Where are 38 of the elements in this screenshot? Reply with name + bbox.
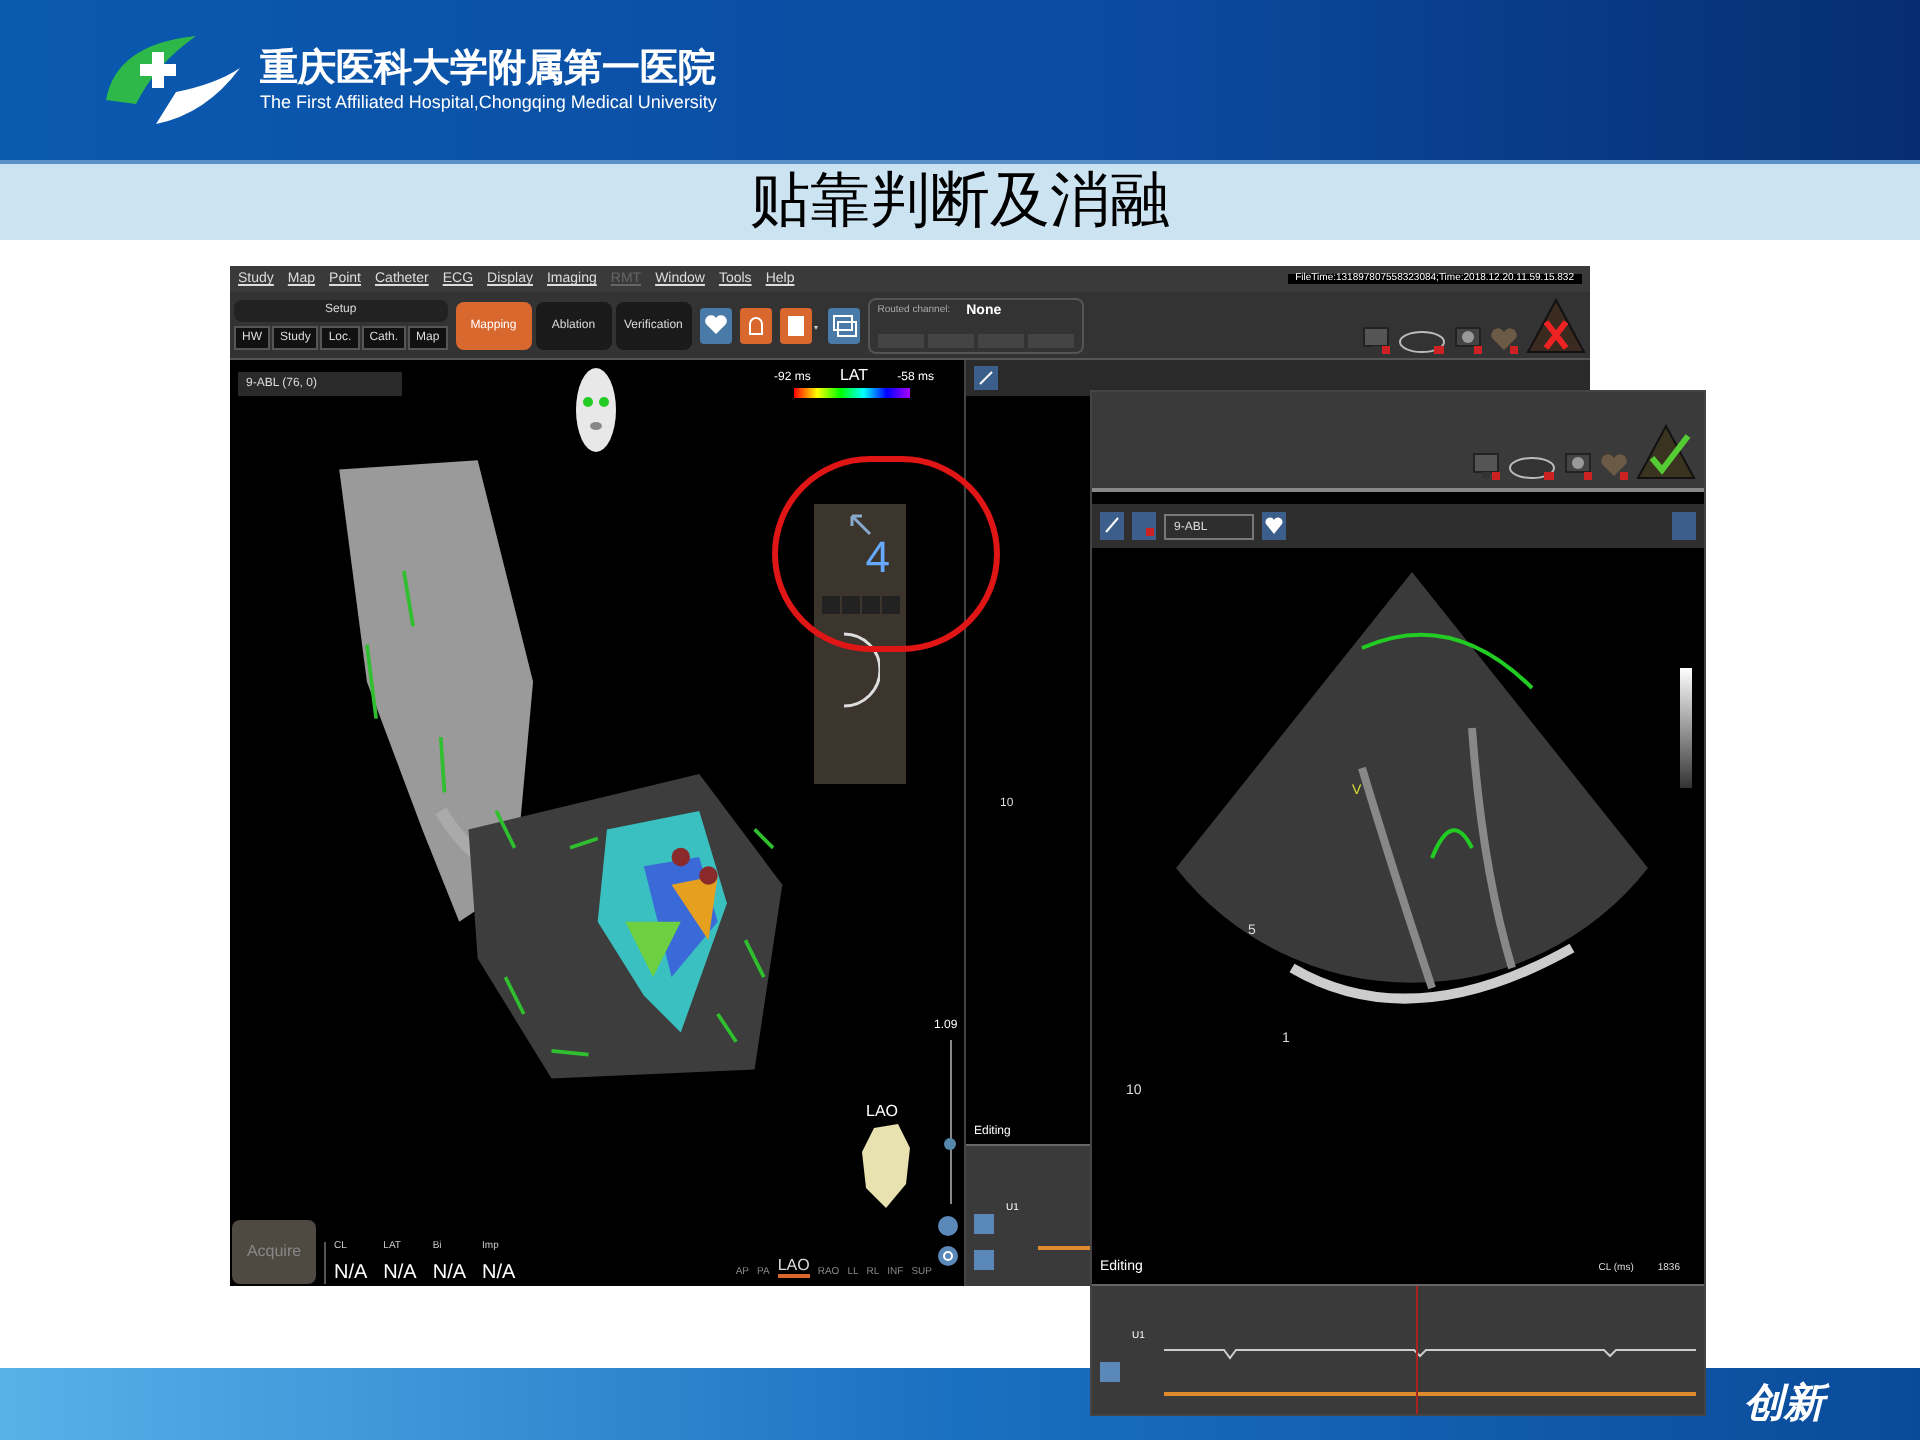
metric-value: N/A (482, 1264, 516, 1284)
intensity-scale (1680, 668, 1692, 788)
zoom-slider[interactable] (944, 1040, 956, 1204)
arrow-icon (848, 512, 872, 536)
orientation-label: LAO (866, 1104, 899, 1120)
pen-icon[interactable] (1100, 512, 1124, 540)
lat-title: LAT (839, 368, 869, 384)
screens-icon[interactable] (827, 307, 860, 343)
device-icon[interactable] (1454, 325, 1482, 353)
pen-icon[interactable] (974, 366, 998, 390)
hospital-name: 重庆医科大学附属第一医院 (260, 45, 717, 93)
heart-icon[interactable] (1262, 512, 1286, 540)
lat-color-scale (794, 388, 910, 398)
arc-gauge-icon (840, 630, 880, 710)
indicator-square (881, 596, 899, 614)
metric-value: N/A (432, 1264, 467, 1284)
monitor-icon[interactable] (1472, 452, 1500, 480)
face-orientation-icon (574, 366, 618, 454)
check-triangle-icon (1636, 424, 1696, 480)
bell-icon[interactable] (739, 307, 772, 343)
cursor-line (1416, 1286, 1418, 1414)
rotate-button-icon[interactable] (938, 1246, 958, 1266)
monitor-icon[interactable] (1362, 325, 1390, 353)
force-value: 4 (865, 536, 890, 580)
metric-value: N/A (334, 1264, 368, 1284)
heart-button-icon[interactable] (938, 1216, 958, 1236)
hospital-name-english: The First Affiliated Hospital,Chongqing Medical University (260, 92, 717, 115)
view-tab[interactable]: LAO (777, 1258, 810, 1278)
device-icon[interactable] (1564, 452, 1592, 480)
heart-plus-icon[interactable] (699, 307, 732, 343)
document-icon[interactable] (779, 307, 820, 343)
indicator-square (861, 596, 879, 614)
metric-value: N/A (383, 1264, 417, 1284)
indicator-square (821, 596, 839, 614)
warning-triangle-icon (1526, 297, 1586, 353)
slide-title: 贴靠判断及消融 (750, 166, 1170, 238)
indicator-square (841, 596, 859, 614)
zoom-slider-thumb[interactable] (944, 1138, 956, 1151)
